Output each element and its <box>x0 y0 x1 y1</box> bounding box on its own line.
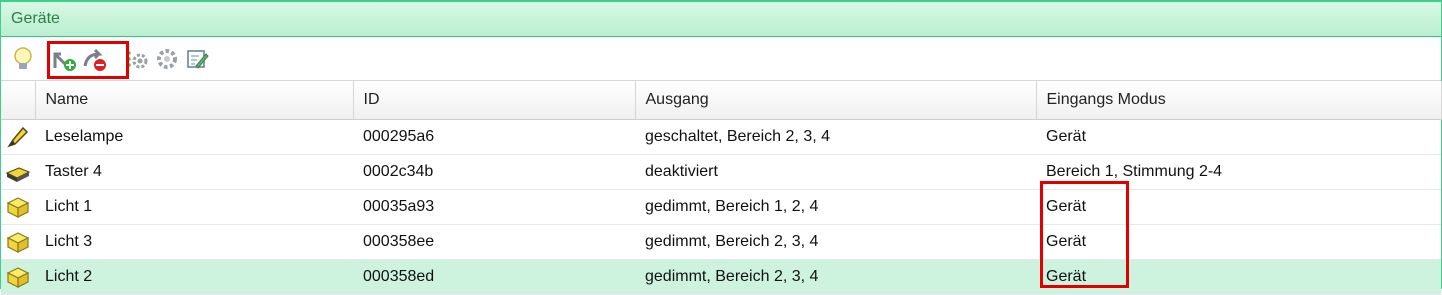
row-icon-cell <box>1 119 35 155</box>
gear-icon <box>157 48 177 69</box>
table-row[interactable]: Leselampe 000295a6 geschaltet, Bereich 2… <box>1 119 1441 155</box>
add-device-button[interactable] <box>51 45 79 73</box>
light-cube-icon <box>6 267 30 288</box>
device-ausgang: deaktiviert <box>635 154 1036 190</box>
column-header-id[interactable]: ID <box>353 81 636 120</box>
device-ausgang: gedimmt, Bereich 1, 2, 4 <box>635 189 1036 225</box>
device-ausgang: gedimmt, Bereich 2, 3, 4 <box>635 224 1036 260</box>
table-row[interactable]: Licht 3 000358ee gedimmt, Bereich 2, 3, … <box>1 224 1441 260</box>
remove-device-icon <box>83 48 106 71</box>
column-header-eingangs-modus[interactable]: Eingangs Modus <box>1036 81 1442 120</box>
light-cube-icon <box>6 197 30 218</box>
device-id: 0002c34b <box>353 154 635 190</box>
toolbar <box>1 37 1441 81</box>
settings-dots-icon <box>127 50 148 68</box>
device-name: Leselampe <box>35 119 353 155</box>
device-ausgang: geschaltet, Bereich 2, 3, 4 <box>635 119 1036 155</box>
remove-device-button[interactable] <box>81 45 109 73</box>
column-header-ausgang[interactable]: Ausgang <box>635 81 1037 120</box>
device-name: Licht 1 <box>35 189 353 225</box>
device-name: Licht 3 <box>35 224 353 260</box>
table-row[interactable]: Taster 4 0002c34b deaktiviert Bereich 1,… <box>1 154 1441 190</box>
device-id: 000358ee <box>353 224 635 260</box>
gear-button[interactable] <box>153 45 181 73</box>
settings-dots-button[interactable] <box>123 45 151 73</box>
add-device-icon <box>53 52 76 71</box>
row-icon-cell <box>1 259 35 295</box>
device-modus: Bereich 1, Stimmung 2-4 <box>1036 154 1441 190</box>
device-ausgang: gedimmt, Bereich 2, 3, 4 <box>635 259 1036 295</box>
edit-button[interactable] <box>183 45 211 73</box>
light-cube-icon <box>6 232 30 253</box>
devices-table: Name ID Ausgang Eingangs Modus Leselampe… <box>1 81 1442 295</box>
panel-header: Geräte <box>1 0 1441 37</box>
device-modus: Gerät <box>1036 119 1441 155</box>
row-icon-cell <box>1 189 35 225</box>
device-name: Taster 4 <box>35 154 353 190</box>
column-header-name[interactable]: Name <box>35 81 354 120</box>
devices-panel: Geräte Name ID Ausgang Eingangs Modus Le… <box>0 0 1442 295</box>
device-name: Licht 2 <box>35 259 353 295</box>
row-icon-cell <box>1 224 35 260</box>
lightbulb-button[interactable] <box>9 45 37 73</box>
device-modus: Gerät <box>1036 189 1441 225</box>
pen-lamp-icon <box>7 126 29 148</box>
edit-icon <box>187 49 209 69</box>
table-header-row: Name ID Ausgang Eingangs Modus <box>1 81 1442 120</box>
table-row-selected[interactable]: Licht 2 000358ed gedimmt, Bereich 2, 3, … <box>1 259 1441 295</box>
device-id: 000358ed <box>353 259 635 295</box>
table-row[interactable]: Licht 1 00035a93 gedimmt, Bereich 1, 2, … <box>1 189 1441 225</box>
icon-column-header <box>1 81 36 120</box>
row-icon-cell <box>1 154 35 190</box>
device-id: 00035a93 <box>353 189 635 225</box>
device-modus: Gerät <box>1036 224 1441 260</box>
switch-icon <box>5 167 31 182</box>
panel-title: Geräte <box>11 10 60 27</box>
device-id: 000295a6 <box>353 119 635 155</box>
lightbulb-icon <box>14 46 32 69</box>
device-modus: Gerät <box>1036 259 1441 295</box>
